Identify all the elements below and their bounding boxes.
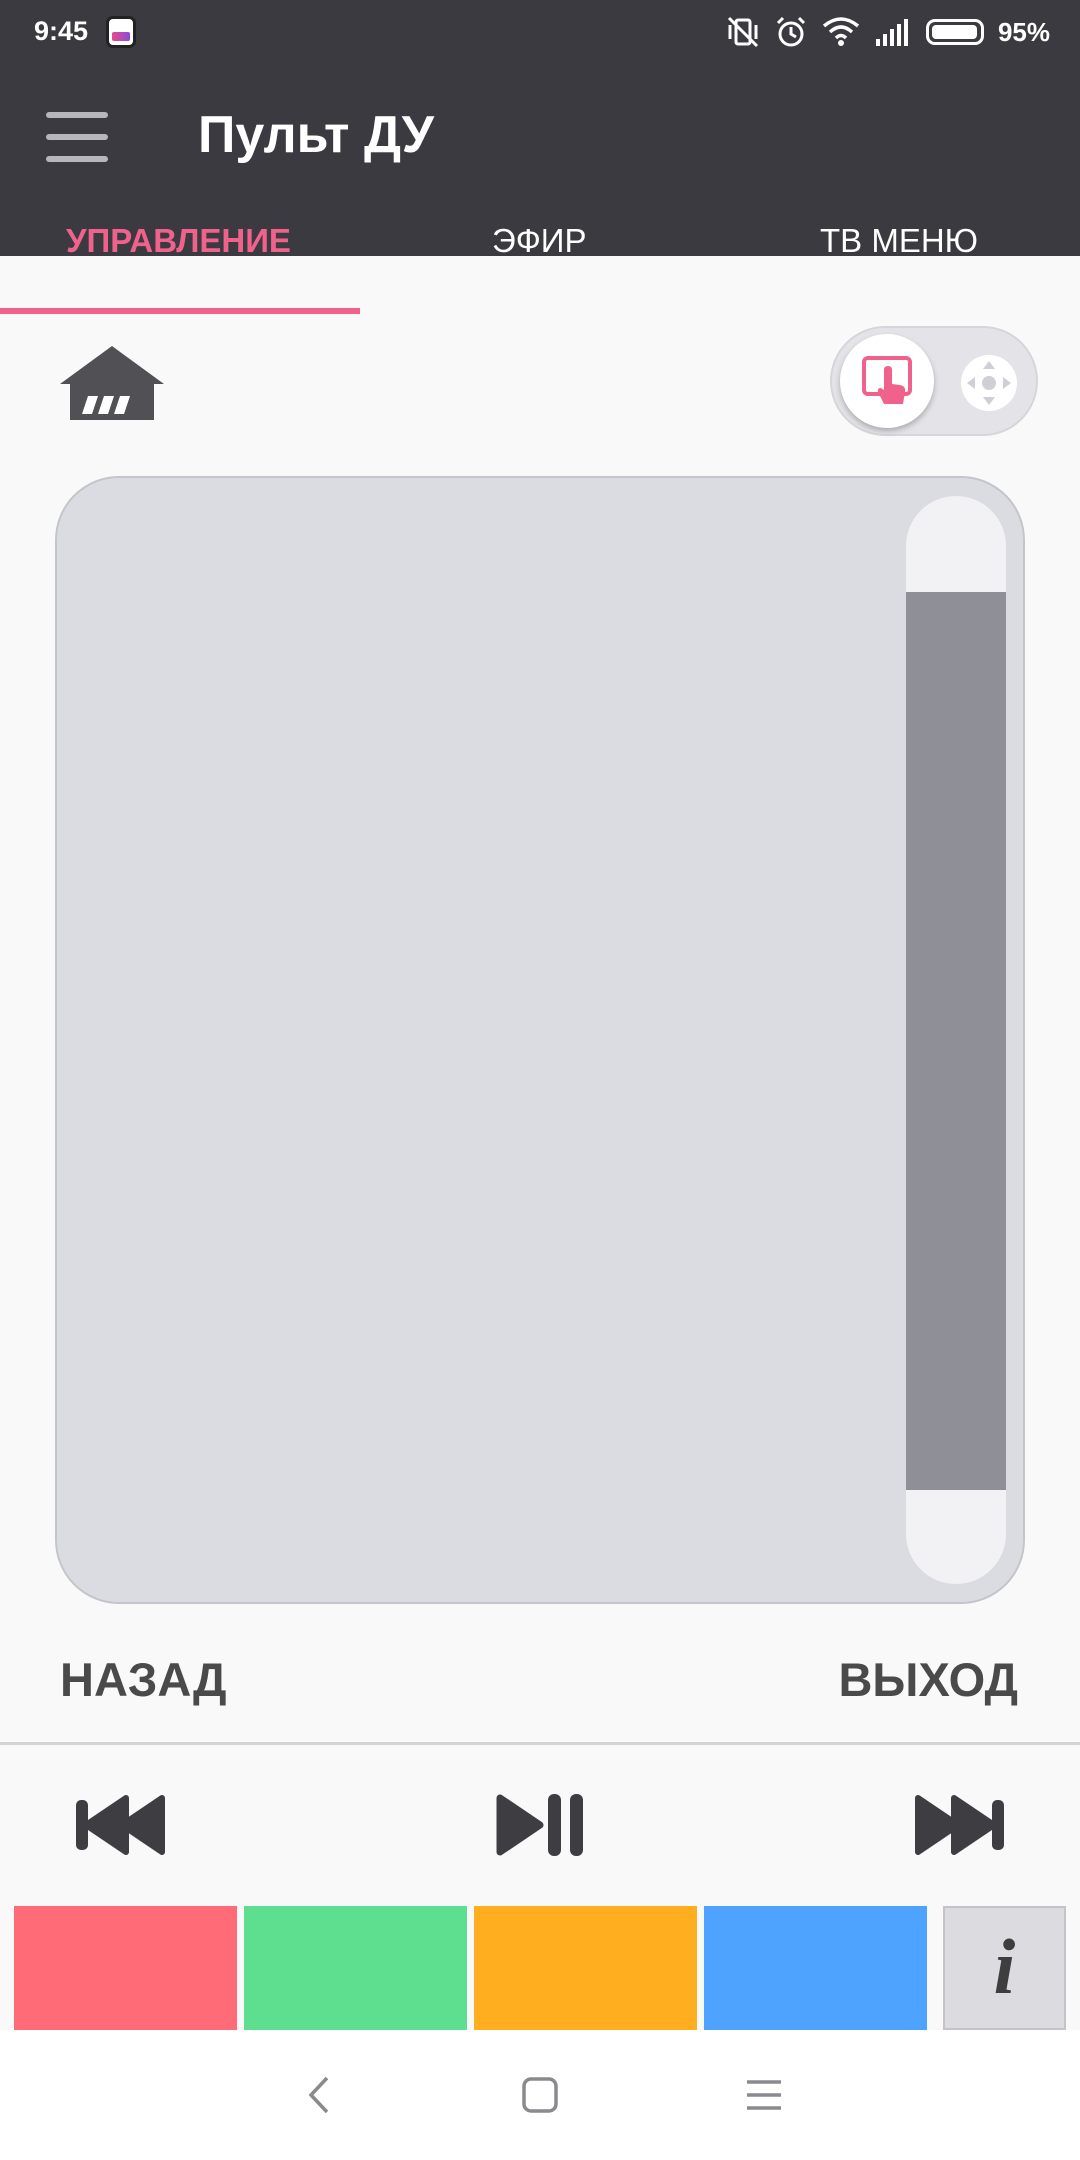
tab-tv-menu[interactable]: ТВ МЕНЮ bbox=[820, 222, 978, 260]
signal-icon bbox=[875, 19, 908, 46]
mode-toggle[interactable] bbox=[830, 326, 1038, 436]
skip-previous-icon[interactable] bbox=[74, 1790, 168, 1860]
yellow-button[interactable] bbox=[474, 1906, 697, 2030]
status-time: 9:45 bbox=[34, 16, 89, 46]
dpad-icon bbox=[967, 361, 1011, 405]
touchpad-area[interactable] bbox=[55, 476, 1025, 1604]
blue-button[interactable] bbox=[704, 1906, 927, 2030]
alarm-icon bbox=[776, 16, 806, 47]
home-icon[interactable] bbox=[58, 344, 166, 422]
vibrate-off-icon bbox=[727, 16, 759, 48]
wifi-icon bbox=[822, 17, 860, 46]
page-title: Пульт ДУ bbox=[198, 106, 434, 164]
back-icon[interactable] bbox=[295, 2070, 345, 2120]
app-notification-icon bbox=[106, 16, 136, 48]
play-pause-icon[interactable] bbox=[494, 1790, 588, 1860]
status-bar: 9:45 95% bbox=[0, 0, 1080, 66]
back-button[interactable]: НАЗАД bbox=[60, 1652, 227, 1707]
green-button[interactable] bbox=[244, 1906, 467, 2030]
battery-icon bbox=[925, 19, 984, 45]
tab-broadcast[interactable]: ЭФИР bbox=[492, 222, 587, 260]
skip-next-icon[interactable] bbox=[912, 1790, 1006, 1860]
info-icon: i bbox=[993, 1923, 1016, 2010]
info-button[interactable]: i bbox=[943, 1906, 1066, 2030]
hamburger-menu-icon[interactable] bbox=[44, 108, 110, 174]
touchpad-icon bbox=[862, 356, 912, 404]
system-nav-bar bbox=[0, 2030, 1080, 2160]
tab-control[interactable]: УПРАВЛЕНИЕ bbox=[66, 222, 291, 260]
red-button[interactable] bbox=[14, 1906, 237, 2030]
recents-icon[interactable] bbox=[739, 2070, 789, 2120]
scroll-bar[interactable] bbox=[906, 592, 1006, 1490]
tab-indicator bbox=[0, 308, 360, 314]
touchpad-mode-button[interactable] bbox=[840, 334, 934, 428]
divider bbox=[0, 1742, 1080, 1745]
exit-button[interactable]: ВЫХОД bbox=[838, 1652, 1018, 1707]
battery-percent: 95% bbox=[997, 16, 1050, 47]
home-square-icon[interactable] bbox=[515, 2070, 565, 2120]
dpad-mode-button[interactable] bbox=[961, 355, 1017, 411]
